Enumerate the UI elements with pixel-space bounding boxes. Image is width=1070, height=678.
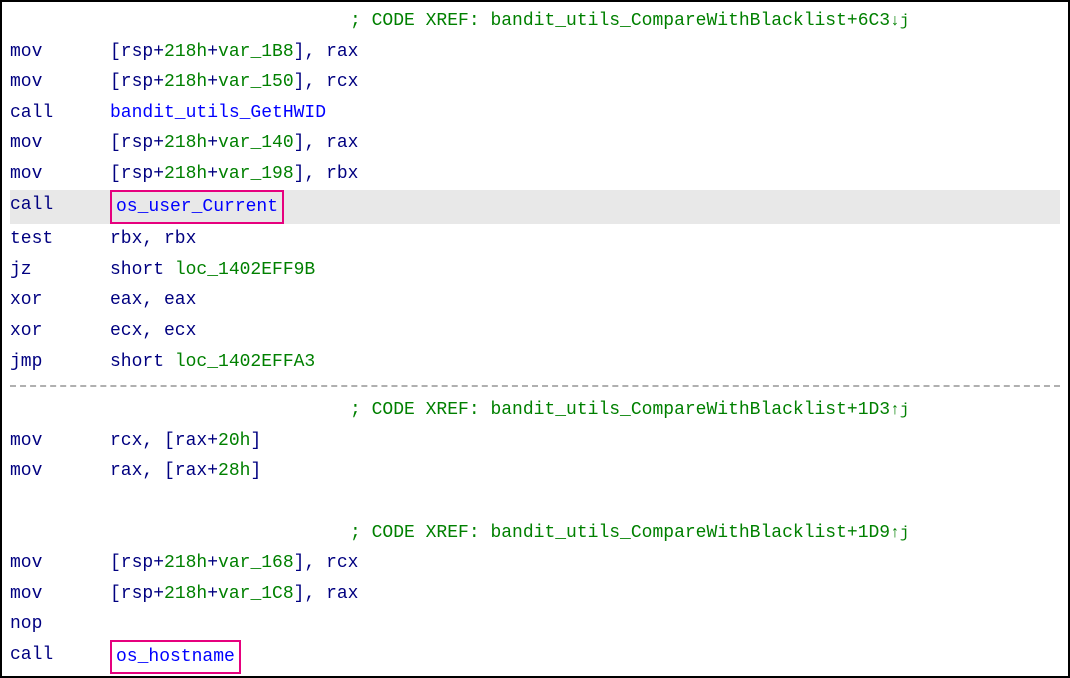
operands: short loc_1402EFFA3 <box>110 347 1060 378</box>
function-ref-highlighted[interactable]: os_user_Current <box>110 190 284 225</box>
mnemonic: nop <box>10 609 110 640</box>
mnemonic: mov <box>10 37 110 68</box>
asm-line[interactable]: mov rax, [rax+28h] <box>10 456 1060 487</box>
mnemonic: mov <box>10 128 110 159</box>
xref-comment-1: ; CODE XREF: bandit_utils_CompareWithBla… <box>10 6 1060 37</box>
operands: rcx, [rax+20h] <box>110 426 1060 457</box>
operands: rbx, rbx <box>110 224 1060 255</box>
xref-comment-3: ; CODE XREF: bandit_utils_CompareWithBla… <box>10 518 1060 549</box>
asm-line[interactable]: call os_hostname <box>10 640 1060 675</box>
asm-line[interactable]: call bandit_utils_GetHWID <box>10 98 1060 129</box>
mnemonic: jz <box>10 255 110 286</box>
mnemonic: test <box>10 224 110 255</box>
asm-line[interactable]: mov rcx, [rax+20h] <box>10 426 1060 457</box>
operands: rax, [rax+28h] <box>110 456 1060 487</box>
function-ref[interactable]: bandit_utils_GetHWID <box>110 103 326 123</box>
operands: short loc_1402EFF9B <box>110 255 1060 286</box>
mnemonic: jmp <box>10 347 110 378</box>
mnemonic: xor <box>10 285 110 316</box>
blank-line <box>10 487 1060 518</box>
operands: ecx, ecx <box>110 316 1060 347</box>
mnemonic: mov <box>10 159 110 190</box>
asm-line-selected[interactable]: call os_user_Current <box>10 190 1060 225</box>
asm-line[interactable]: xor ecx, ecx <box>10 316 1060 347</box>
mnemonic: call <box>10 98 110 129</box>
mnemonic: mov <box>10 426 110 457</box>
disassembly-view: ; CODE XREF: bandit_utils_CompareWithBla… <box>0 0 1070 678</box>
mnemonic: mov <box>10 548 110 579</box>
asm-line[interactable]: xor eax, eax <box>10 285 1060 316</box>
operands: [rsp+218h+var_168], rcx <box>110 548 1060 579</box>
function-ref-highlighted[interactable]: os_hostname <box>110 640 241 675</box>
operands: [rsp+218h+var_140], rax <box>110 128 1060 159</box>
mnemonic: call <box>10 640 110 675</box>
asm-line[interactable]: mov [rsp+218h+var_140], rax <box>10 128 1060 159</box>
xref-comment-2: ; CODE XREF: bandit_utils_CompareWithBla… <box>10 395 1060 426</box>
asm-line[interactable]: mov [rsp+218h+var_150], rcx <box>10 67 1060 98</box>
operands: [rsp+218h+var_1C8], rax <box>110 579 1060 610</box>
asm-line[interactable]: jz short loc_1402EFF9B <box>10 255 1060 286</box>
asm-line[interactable]: jmp short loc_1402EFFA3 <box>10 347 1060 378</box>
location-ref[interactable]: loc_1402EFF9B <box>175 260 315 280</box>
operands: eax, eax <box>110 285 1060 316</box>
asm-line[interactable]: mov [rsp+218h+var_1C8], rax <box>10 579 1060 610</box>
section-separator <box>10 385 1060 387</box>
asm-line[interactable]: mov [rsp+218h+var_1B8], rax <box>10 37 1060 68</box>
operands: os_user_Current <box>110 190 1060 225</box>
asm-line[interactable]: nop <box>10 609 1060 640</box>
asm-line[interactable]: mov [rsp+218h+var_168], rcx <box>10 548 1060 579</box>
mnemonic: xor <box>10 316 110 347</box>
operands: [rsp+218h+var_198], rbx <box>110 159 1060 190</box>
asm-line[interactable]: test rbx, rbx <box>10 224 1060 255</box>
location-ref[interactable]: loc_1402EFFA3 <box>175 352 315 372</box>
asm-line[interactable]: mov [rsp+218h+var_198], rbx <box>10 159 1060 190</box>
operands: bandit_utils_GetHWID <box>110 98 1060 129</box>
mnemonic: mov <box>10 579 110 610</box>
mnemonic: mov <box>10 67 110 98</box>
mnemonic: call <box>10 190 110 225</box>
mnemonic: mov <box>10 456 110 487</box>
operands: [rsp+218h+var_150], rcx <box>110 67 1060 98</box>
operands: [rsp+218h+var_1B8], rax <box>110 37 1060 68</box>
operands: os_hostname <box>110 640 1060 675</box>
